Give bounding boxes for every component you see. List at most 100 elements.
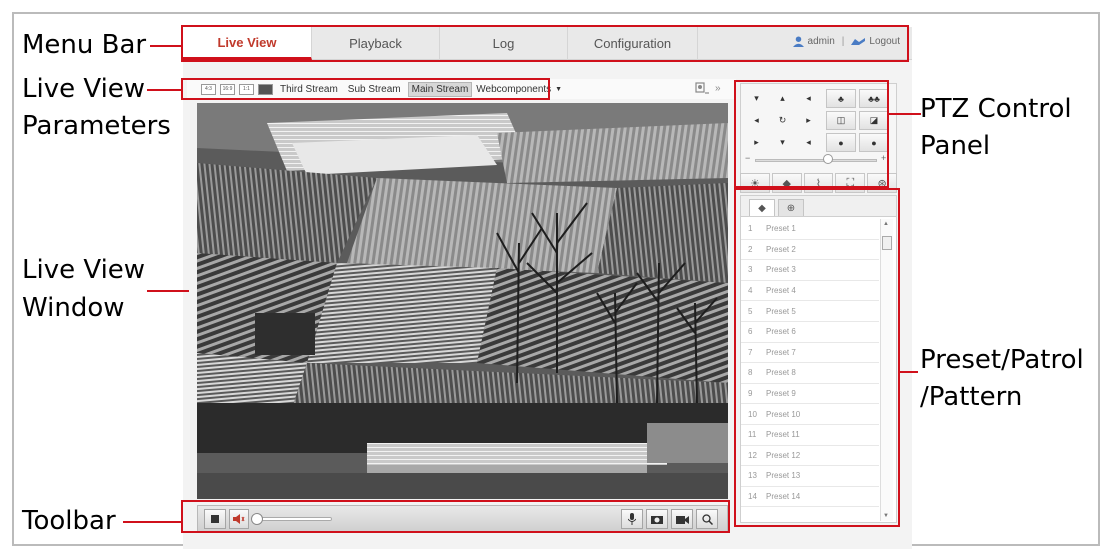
preset-row[interactable]: 10 Preset 10 (741, 404, 879, 425)
separator: | (841, 36, 845, 47)
preset-number: 1 (748, 224, 753, 234)
preset-row[interactable]: 12 Preset 12 (741, 446, 879, 467)
light-button[interactable]: ☀ (740, 173, 770, 193)
ptz-down-arrow[interactable]: ▾ (771, 133, 794, 152)
digital-zoom-button[interactable] (696, 509, 718, 529)
live-view-window[interactable] (197, 103, 728, 499)
ptz-down-right-arrow[interactable]: ◂ (797, 133, 820, 152)
annotation-preset-2: /Pattern (920, 382, 1023, 412)
zoom-out-button[interactable]: ♣♣ (859, 89, 889, 108)
preset-name: Preset 8 (766, 368, 796, 378)
ptz-speed-slider[interactable]: − + (743, 153, 893, 165)
annotation-live-view-params-2: Parameters (22, 111, 171, 141)
speaker-icon (233, 514, 245, 524)
preset-name: Preset 4 (766, 286, 796, 296)
ptz-auto-icon[interactable]: ↻ (771, 111, 794, 130)
audio-button[interactable] (621, 509, 643, 529)
ratio-4-3-button[interactable]: 4:3 (201, 83, 216, 95)
tab-log[interactable]: Log (440, 27, 568, 60)
heater-button[interactable]: ⌇ (803, 173, 834, 193)
preset-row[interactable]: 11 Preset 11 (741, 425, 879, 446)
ptz-down-left-arrow[interactable]: ▾ (745, 89, 768, 108)
logout-link[interactable]: Logout (869, 36, 900, 47)
toolbar (197, 505, 728, 533)
zoom-in-button[interactable]: ♣ (826, 89, 856, 108)
preset-row[interactable]: 1 Preset 1 (741, 219, 879, 240)
iris-close-button[interactable]: ● (859, 133, 889, 152)
user-icon (792, 36, 804, 47)
scroll-thumb[interactable] (882, 236, 892, 250)
speed-track[interactable] (755, 159, 877, 162)
ratio-16-9-button[interactable]: 16:9 (220, 83, 235, 95)
ptz-up-arrow[interactable]: ▴ (771, 89, 794, 108)
menu-bar-leader-line (150, 45, 182, 47)
params-right-controls: » (695, 79, 733, 97)
ratio-auto-button[interactable] (258, 83, 273, 95)
preset-scrollbar[interactable]: ▲ ▼ (880, 219, 893, 521)
ptz-right-arrow[interactable]: ▸ (797, 111, 820, 130)
preset-row[interactable]: 7 Preset 7 (741, 343, 879, 364)
preset-row[interactable]: 13 Preset 13 (741, 466, 879, 487)
ratio-1-1-button[interactable]: 1:1 (239, 83, 254, 95)
logout-icon[interactable] (851, 37, 866, 47)
stream-sub[interactable]: Sub Stream (345, 83, 404, 96)
record-button[interactable] (671, 509, 693, 529)
volume-slider[interactable] (251, 513, 332, 525)
preset-name: Preset 7 (766, 347, 796, 357)
preset-row[interactable]: 4 Preset 4 (741, 281, 879, 302)
expand-button[interactable]: » (715, 83, 721, 94)
camera-feed-image (197, 103, 728, 499)
stream-third[interactable]: Third Stream (277, 83, 341, 96)
focus-far-button[interactable]: ◪ (859, 111, 889, 130)
lens-init-button[interactable]: ⊛ (867, 173, 897, 193)
preset-row[interactable]: 6 Preset 6 (741, 322, 879, 343)
preset-name: Preset 5 (766, 306, 796, 316)
tab-patrol[interactable]: ⊕ (778, 199, 804, 216)
annotation-preset-1: Preset/Patrol (920, 345, 1084, 375)
preset-panel: ◆ ⊕ 1 Preset 1 2 Preset 2 3 Preset 3 4 Prese… (740, 195, 897, 523)
preset-row[interactable]: 3 Preset 3 (741, 260, 879, 281)
scroll-down-icon[interactable]: ▼ (883, 513, 889, 519)
ptz-up-right-arrow[interactable]: ◂ (797, 89, 820, 108)
focus-aux-button[interactable]: ⛶ (835, 173, 866, 193)
preset-row[interactable]: 9 Preset 9 (741, 384, 879, 405)
preset-number: 5 (748, 306, 753, 316)
preset-number: 14 (748, 492, 757, 502)
capture-button[interactable] (646, 509, 668, 529)
plugin-dropdown[interactable]: Webcomponents ▼ (476, 84, 562, 95)
tab-preset[interactable]: ◆ (749, 199, 775, 216)
preset-name: Preset 12 (766, 450, 801, 460)
speed-knob[interactable] (823, 154, 833, 164)
scroll-up-icon[interactable]: ▲ (883, 221, 889, 227)
volume-button[interactable] (229, 509, 249, 529)
annotation-live-view-params-1: Live View (22, 74, 146, 104)
tab-live-view[interactable]: Live View (183, 27, 312, 60)
ptz-left-arrow[interactable]: ◂ (745, 111, 768, 130)
ptz-toggle-icon[interactable] (695, 81, 711, 95)
tab-configuration[interactable]: Configuration (568, 27, 698, 60)
iris-open-button[interactable]: ● (826, 133, 856, 152)
plugin-label: Webcomponents (476, 83, 552, 95)
tab-playback[interactable]: Playback (312, 27, 440, 60)
wiper-button[interactable]: ◆ (771, 173, 802, 193)
preset-number: 4 (748, 286, 753, 296)
toolbar-leader-line (123, 521, 181, 523)
stream-main[interactable]: Main Stream (407, 81, 473, 97)
ptz-function-bar: ☀ ◆ ⌇ ⛶ ⊛ (740, 173, 897, 193)
camera-icon (651, 516, 663, 524)
ptz-down-left-2-arrow[interactable]: ▸ (745, 133, 768, 152)
username: admin (807, 36, 835, 47)
speed-min-label: − (745, 153, 751, 163)
preset-number: 9 (748, 389, 753, 399)
preset-row[interactable]: 14 Preset 14 (741, 487, 879, 508)
preset-row[interactable]: 2 Preset 2 (741, 240, 879, 261)
preset-number: 10 (748, 409, 757, 419)
preset-row[interactable]: 8 Preset 8 (741, 363, 879, 384)
focus-near-button[interactable]: ◫ (826, 111, 856, 130)
stop-button[interactable] (204, 509, 226, 529)
preset-name: Preset 9 (766, 389, 796, 399)
volume-slider-knob[interactable] (251, 513, 263, 525)
preset-row[interactable]: 5 Preset 5 (741, 301, 879, 322)
ptz-lens-controls: ♣ ♣♣ ◫ ◪ ● ● (826, 89, 889, 152)
preset-number: 6 (748, 327, 753, 337)
